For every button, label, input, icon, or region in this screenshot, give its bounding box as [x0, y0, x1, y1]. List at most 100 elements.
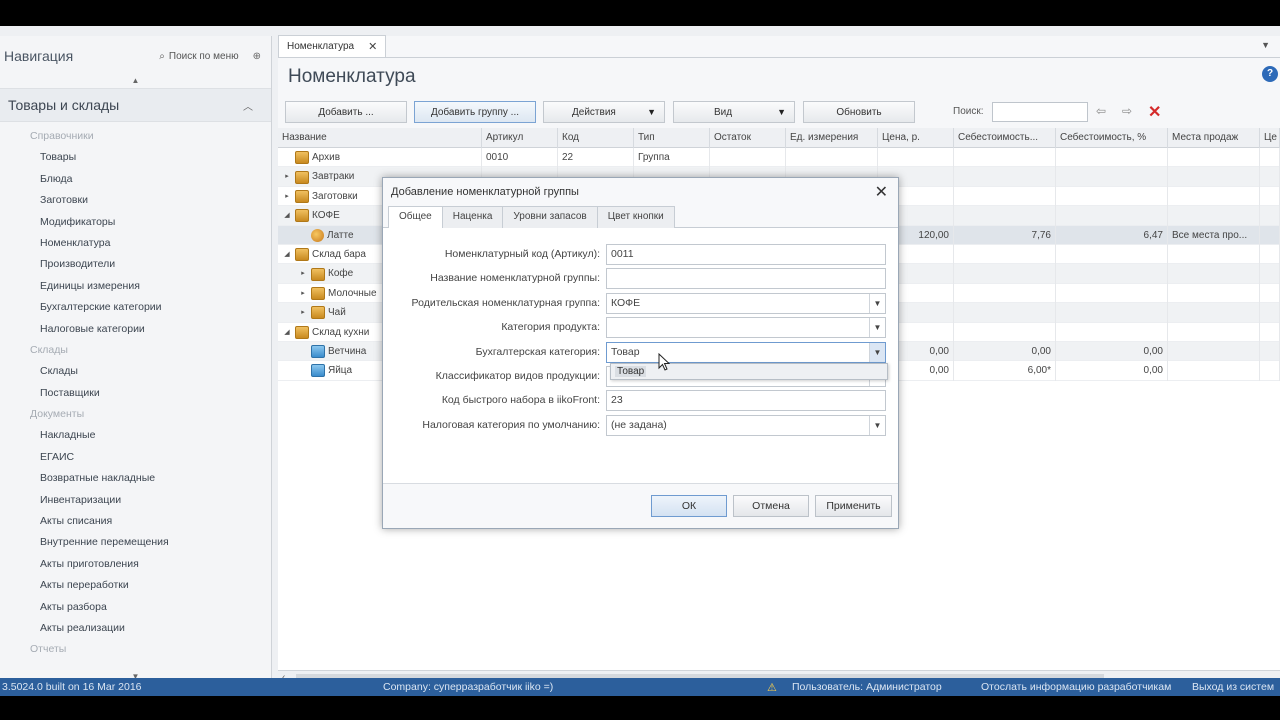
expand-toggle-icon[interactable]: ▸ [298, 264, 308, 283]
empty-cell [1260, 283, 1280, 304]
dialog-tab[interactable]: Цвет кнопки [596, 206, 675, 228]
field-input[interactable] [606, 268, 886, 290]
tab-nomenclature[interactable]: Номенклатура ✕ [278, 35, 387, 57]
ok-button[interactable]: ОК [651, 495, 727, 517]
table-row[interactable]: Архив 0010 22 Группа [278, 148, 1280, 168]
actions-dropdown[interactable]: Действия ▼ [543, 101, 665, 123]
refresh-button[interactable]: Обновить [803, 101, 915, 123]
category-dropdown-list[interactable]: Товар [610, 363, 888, 380]
close-tab-icon[interactable]: ✕ [368, 40, 377, 53]
column-header[interactable]: Код [558, 128, 634, 148]
row-name: Ветчина [328, 345, 367, 357]
expand-toggle-icon[interactable]: ▸ [298, 303, 308, 322]
places-cell [1168, 361, 1260, 381]
add-group-button[interactable]: Добавить группу ... [414, 101, 536, 123]
dialog-tab[interactable]: Общее [388, 206, 443, 229]
exit-link[interactable]: Выход из систем [1192, 681, 1274, 693]
field-label: Категория продукта: [501, 321, 600, 334]
sidebar-item[interactable]: Заготовки [0, 190, 271, 211]
user-text[interactable]: Пользователь: Администратор [792, 681, 942, 693]
sidebar-item[interactable]: Акты реализации [0, 618, 271, 639]
dialog-tab[interactable]: Уровни запасов [502, 206, 598, 228]
chevron-down-icon[interactable]: ▼ [869, 342, 885, 362]
cost_pct-cell: 0,00 [1056, 341, 1168, 362]
sidebar-item[interactable]: Блюда [0, 169, 271, 190]
apply-button[interactable]: Применить [815, 495, 892, 517]
column-header[interactable]: Места продаж [1168, 128, 1260, 148]
sidebar-item[interactable]: Номенклатура [0, 233, 271, 254]
warning-icon[interactable]: ⚠ [767, 681, 777, 694]
column-header[interactable]: Себестоимость, % [1056, 128, 1168, 148]
folder-icon [295, 189, 309, 203]
column-header[interactable]: Ед. измерения [786, 128, 878, 148]
dialog-tab[interactable]: Наценка [441, 206, 504, 228]
sidebar-item[interactable]: Единицы измерения [0, 276, 271, 297]
sidebar-item[interactable]: Акты приготовления [0, 554, 271, 575]
send-info-link[interactable]: Отослать информацию разработчикам [981, 681, 1171, 693]
column-header[interactable]: Артикул [482, 128, 558, 148]
empty-cell [1260, 341, 1280, 362]
field-input[interactable]: 23 [606, 390, 886, 412]
arrow-right-icon[interactable]: ⇨ [1122, 104, 1132, 118]
expand-toggle-icon[interactable]: ▸ [298, 284, 308, 303]
field-combobox[interactable]: (не задана) ▼ [606, 414, 886, 436]
folder-icon [295, 170, 309, 184]
field-input[interactable]: 0011 [606, 244, 886, 265]
cancel-button[interactable]: Отмена [733, 495, 809, 517]
sidebar-item[interactable]: Товары [0, 147, 271, 168]
empty-cell [1260, 167, 1280, 187]
view-dropdown[interactable]: Вид ▼ [673, 101, 795, 123]
chevron-up-icon: ︿ [243, 101, 253, 113]
expand-toggle-icon[interactable]: ◢ [282, 323, 292, 342]
dialog-title: Добавление номенклатурной группы [391, 186, 579, 198]
sidebar-item[interactable]: Производители [0, 254, 271, 275]
add-button[interactable]: Добавить ... [285, 101, 407, 123]
expand-toggle-icon[interactable]: ◢ [282, 206, 292, 225]
expand-toggle-icon[interactable]: ◢ [282, 245, 292, 264]
sidebar-item[interactable]: ЕГАИС [0, 447, 271, 468]
sidebar-item[interactable]: Модификаторы [0, 212, 271, 233]
chevron-down-icon[interactable]: ▼ [869, 415, 885, 435]
sidebar-item[interactable]: Акты разбора [0, 597, 271, 618]
field-combobox[interactable]: КОФЕ ▼ [606, 292, 886, 314]
places-cell: Все места про... [1168, 225, 1260, 245]
column-header[interactable]: Тип [634, 128, 710, 148]
chevron-down-icon[interactable]: ▼ [869, 318, 885, 338]
field-combobox[interactable]: Товар ▼ [606, 341, 886, 363]
nav-section-goods[interactable]: Товары и склады ︿ [0, 88, 271, 122]
sidebar-item[interactable]: Акты переработки [0, 575, 271, 596]
folder-icon [295, 325, 309, 339]
sidebar-item[interactable]: Склады [0, 361, 271, 382]
pin-icon[interactable]: ⊕ [253, 51, 261, 62]
column-header[interactable]: Цена, р. [878, 128, 954, 148]
field-combobox[interactable]: ▼ [606, 317, 886, 339]
sidebar-item[interactable]: Бухгалтерские категории [0, 297, 271, 318]
sidebar-item[interactable]: Инвентаризации [0, 490, 271, 511]
dropdown-option[interactable]: Товар [615, 366, 647, 377]
expand-toggle-icon[interactable]: ▸ [282, 167, 292, 186]
expand-toggle-icon[interactable]: ▸ [282, 187, 292, 206]
sidebar-item[interactable]: Возвратные накладные [0, 468, 271, 489]
nav-search[interactable]: ⌕ Поиск по меню ⊕ [159, 51, 261, 62]
column-header[interactable]: Остаток [710, 128, 786, 148]
sidebar-item[interactable]: Внутренние перемещения [0, 532, 271, 553]
arrow-left-icon[interactable]: ⇦ [1096, 104, 1106, 118]
sidebar-item[interactable]: Накладные [0, 425, 271, 446]
search-input[interactable] [992, 102, 1088, 122]
clear-search-icon[interactable]: ✕ [1148, 102, 1161, 122]
tabs-menu-icon[interactable]: ▼ [1261, 40, 1270, 50]
cost-cell [954, 186, 1056, 207]
column-header[interactable]: Це [1260, 128, 1280, 148]
unit-cell [786, 148, 878, 168]
chevron-down-icon[interactable]: ▼ [869, 293, 885, 313]
nav-scroll-up-icon[interactable]: ▲ [0, 76, 271, 88]
column-header[interactable]: Себестоимость... [954, 128, 1056, 148]
sidebar-item[interactable]: Акты списания [0, 511, 271, 532]
close-icon[interactable]: ✕ [875, 182, 888, 202]
help-icon[interactable]: ? [1262, 66, 1278, 82]
dialog-titlebar: Добавление номенклатурной группы ✕ [383, 178, 898, 206]
sidebar-item[interactable]: Налоговые категории [0, 319, 271, 340]
column-header[interactable]: Название [278, 128, 482, 148]
sidebar-item[interactable]: Поставщики [0, 383, 271, 404]
tab-label: Номенклатура [287, 41, 355, 52]
